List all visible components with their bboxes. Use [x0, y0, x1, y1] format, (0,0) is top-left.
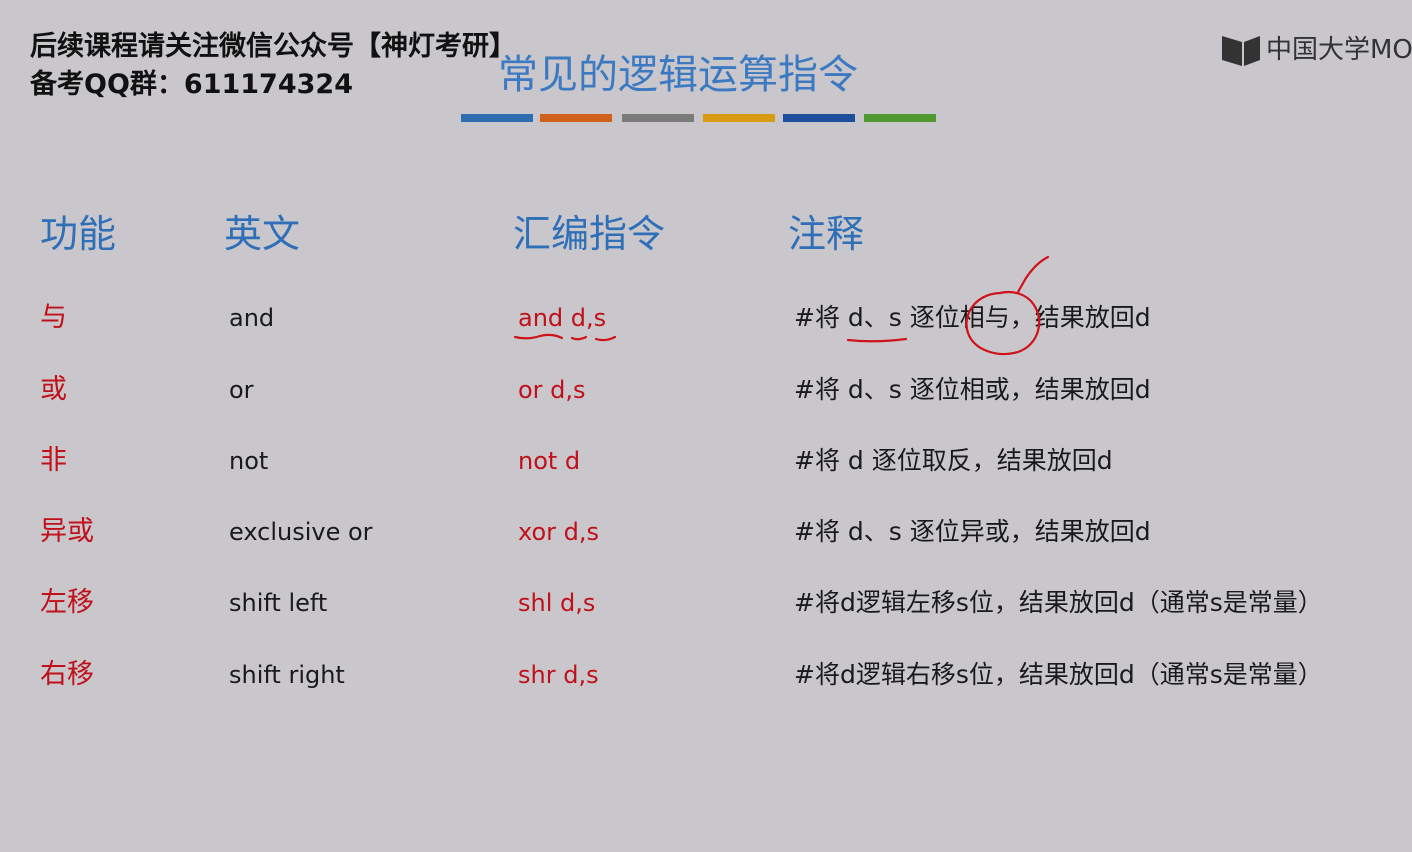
watermark-line-2: 备考QQ群：611174324	[30, 69, 353, 100]
table-row: 右移 shift right shr d,s #将d逻辑右移s位，结果放回d（通…	[0, 650, 1412, 700]
table-row: 或 or or d,s #将 d、s 逐位相或，结果放回d	[0, 365, 1412, 415]
row-asm: xor d,s	[518, 518, 600, 546]
row-asm: or d,s	[518, 376, 586, 404]
row-func: 左移	[40, 587, 94, 618]
row-asm: and d,s	[518, 304, 607, 332]
row-asm: shl d,s	[518, 589, 596, 617]
handwritten-annotations	[513, 255, 1050, 356]
title-bar-6	[864, 114, 936, 122]
header-asm: 汇编指令	[513, 212, 666, 256]
table-row: 与 and and d,s #将 d、s 逐位相与，结果放回d	[0, 293, 1412, 343]
watermark-line-1: 后续课程请关注微信公众号【神灯考研】	[30, 31, 516, 62]
title-bar-5	[783, 114, 855, 122]
row-note: #将d逻辑左移s位，结果放回d（通常s是常量）	[794, 588, 1323, 617]
slide-title: 常见的逻辑运算指令	[498, 52, 858, 98]
lecture-slide: 后续课程请关注微信公众号【神灯考研】 备考QQ群：611174324 常见的逻辑…	[0, 0, 1412, 852]
row-asm: not d	[518, 447, 581, 475]
row-note: #将d逻辑右移s位，结果放回d（通常s是常量）	[794, 660, 1323, 689]
mooc-book-icon	[1222, 36, 1260, 66]
table-row: 左移 shift left shl d,s #将d逻辑左移s位，结果放回d（通常…	[0, 578, 1412, 628]
row-func: 或	[40, 374, 67, 405]
row-english: not	[229, 447, 269, 475]
title-bar-1	[461, 114, 533, 122]
title-bar-4	[703, 114, 775, 122]
logo-text: 中国大学MO	[1266, 35, 1412, 65]
title-bar-3	[622, 114, 694, 122]
row-english: and	[229, 304, 275, 332]
row-func: 非	[40, 445, 67, 476]
row-note: #将 d、s 逐位相与，结果放回d	[794, 303, 1151, 332]
header-note: 注释	[788, 212, 865, 256]
row-english: or	[229, 376, 254, 404]
tick-mark	[1016, 255, 1050, 294]
row-asm: shr d,s	[518, 661, 599, 689]
table-row: 异或 exclusive or xor d,s #将 d、s 逐位异或，结果放回…	[0, 507, 1412, 557]
header-english: 英文	[224, 212, 301, 256]
header-func: 功能	[40, 212, 117, 256]
promo-watermark: 后续课程请关注微信公众号【神灯考研】 备考QQ群：611174324	[30, 28, 516, 104]
row-note: #将 d、s 逐位相或，结果放回d	[794, 375, 1151, 404]
row-func: 异或	[40, 516, 94, 547]
row-func: 右移	[40, 659, 94, 690]
title-bar-2	[540, 114, 612, 122]
row-english: shift left	[229, 589, 328, 617]
row-note: #将 d、s 逐位异或，结果放回d	[794, 517, 1151, 546]
row-note: #将 d 逐位取反，结果放回d	[794, 446, 1113, 475]
row-english: exclusive or	[229, 518, 373, 546]
row-func: 与	[40, 302, 67, 333]
row-english: shift right	[229, 661, 345, 689]
table-row: 非 not not d #将 d 逐位取反，结果放回d	[0, 436, 1412, 486]
